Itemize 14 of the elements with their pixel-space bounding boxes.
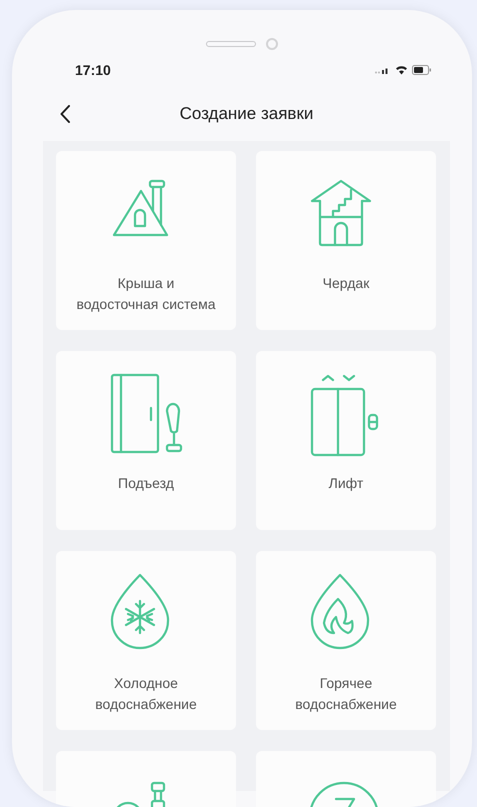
category-card[interactable]: Подъезд — [56, 351, 236, 530]
category-card[interactable]: Холодное водоснабжение — [56, 551, 236, 730]
category-label: Холодное водоснабжение — [94, 674, 198, 714]
category-label: Подъезд — [117, 474, 175, 493]
category-label: Крыша и водосточная система — [75, 274, 216, 314]
status-time: 17:10 — [75, 60, 111, 80]
category-card[interactable]: Горячее водоснабжение — [256, 551, 436, 730]
category-label: Горячее водоснабжение — [294, 674, 398, 714]
screen-title: Создание заявки — [180, 103, 314, 126]
category-card[interactable]: Крыша и водосточная система — [56, 151, 236, 330]
category-card[interactable]: Чердак — [256, 151, 436, 330]
category-label: Лифт — [328, 474, 364, 493]
category-card[interactable]: Лифт — [256, 351, 436, 530]
category-label: Чердак — [322, 274, 370, 293]
